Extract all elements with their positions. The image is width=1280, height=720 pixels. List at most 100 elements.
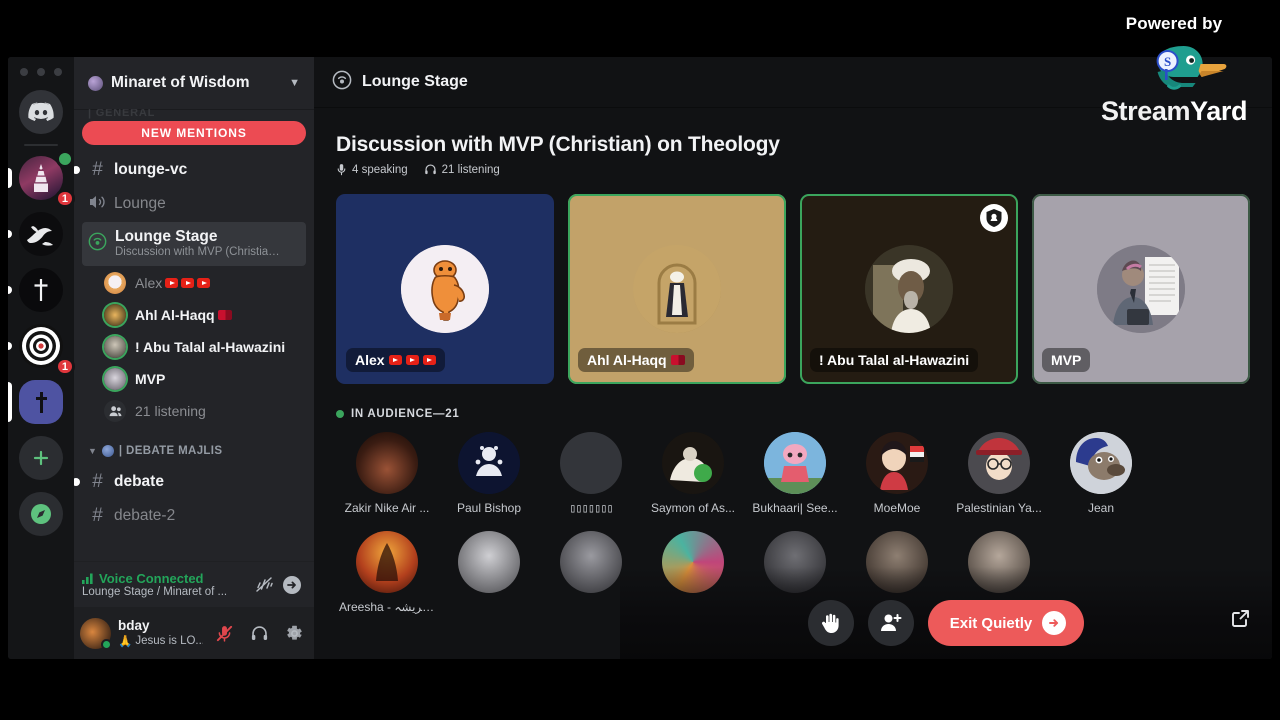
server-selected-cross[interactable]: [8, 374, 74, 430]
audience-member[interactable]: Paul Bishop: [438, 432, 540, 515]
server-minaret[interactable]: 1: [8, 150, 75, 208]
popout-button[interactable]: [1228, 605, 1254, 631]
exit-arrow-icon: [1042, 611, 1067, 635]
listening-count-label: 21 listening: [441, 163, 500, 176]
audience-name: Palestinian Ya...: [956, 501, 1042, 515]
sidebar-channel-lounge-stage[interactable]: Lounge Stage Discussion with MVP (Christ…: [82, 222, 306, 266]
avatar: [633, 245, 721, 333]
sidebar-listening-count[interactable]: 21 listening: [98, 395, 306, 427]
invite-button[interactable]: [867, 600, 914, 646]
audience-member[interactable]: [438, 531, 540, 614]
user-panel: bday 🙏 Jesus is LO...: [74, 607, 314, 659]
speaker-name: Alex: [135, 275, 163, 291]
sidebar-speaker-ahl-al-haqq[interactable]: Ahl Al-Haqq: [98, 299, 306, 331]
sidebar-channel-lounge-vc[interactable]: # lounge-vc: [74, 153, 306, 187]
server-cross[interactable]: [8, 262, 74, 318]
avatar: [356, 531, 418, 593]
sidebar-channel-debate[interactable]: # debate: [74, 465, 306, 499]
audience-name: MoeMoe: [873, 501, 921, 515]
stage-main: Lounge Stage Discussion with MVP (Christ…: [314, 57, 1272, 659]
audience-label: IN AUDIENCE—21: [351, 408, 460, 420]
audience-name: ▯▯▯▯▯▯▯: [569, 501, 614, 515]
letterbox-right: [1272, 0, 1280, 720]
stage-icon: [332, 70, 352, 95]
listening-label: 21 listening: [135, 403, 206, 419]
plus-icon: [19, 436, 63, 480]
headphones-icon[interactable]: [245, 619, 273, 647]
server-selected-pill: [8, 382, 12, 422]
new-mentions-button[interactable]: NEW MENTIONS: [82, 121, 306, 145]
category-debate-majlis[interactable]: ▼ | DEBATE MAJLIS: [82, 439, 306, 463]
server-rail: 1 1: [8, 57, 75, 659]
headphones-icon: [424, 164, 436, 175]
audience-member[interactable]: MoeMoe: [846, 432, 948, 515]
explore-servers-button[interactable]: [8, 486, 74, 542]
avatar: [865, 245, 953, 333]
category-label: | DEBATE MAJLIS: [118, 445, 223, 457]
avatar: [458, 531, 520, 593]
sidebar-channel-lounge[interactable]: Lounge: [82, 187, 306, 221]
audience-name: Saymon of As...: [650, 501, 736, 515]
audience-name: Bukhaari| See...: [752, 501, 838, 515]
guild-avatar: [88, 75, 103, 91]
speaker-tile-mvp[interactable]: MVP: [1032, 194, 1250, 384]
audience-member[interactable]: ▯▯▯▯▯▯▯: [540, 432, 642, 515]
chevron-down-icon[interactable]: ▼: [289, 77, 300, 89]
discord-logo-icon: [19, 90, 63, 134]
speaker-name: MVP: [135, 371, 166, 387]
youtube-emoji: [181, 278, 195, 288]
audience-member[interactable]: Zakir Nike Air ...: [336, 432, 438, 515]
channel-label: lounge-vc: [114, 161, 188, 178]
people-icon: [104, 400, 126, 422]
compass-icon: [19, 492, 63, 536]
stage-body: Discussion with MVP (Christian) on Theol…: [314, 107, 1272, 384]
settings-gear-icon[interactable]: [280, 619, 308, 647]
username: bday: [118, 617, 150, 633]
server-art[interactable]: [8, 206, 74, 262]
audience-status-dot: [336, 410, 344, 418]
stage-controls: Exit Quietly: [620, 595, 1272, 651]
window-dot: [20, 68, 28, 76]
disconnect-icon[interactable]: [278, 571, 306, 599]
svg-text:S: S: [1164, 54, 1171, 69]
cross-icon: [19, 380, 63, 424]
guild-header[interactable]: Minaret of Wisdom ▼: [74, 57, 314, 109]
exit-quietly-label: Exit Quietly: [949, 614, 1033, 632]
avatar[interactable]: [80, 617, 112, 650]
sidebar-channel-debate-2[interactable]: # debate-2: [82, 499, 306, 533]
server-icon-image: [19, 212, 63, 256]
add-server-button[interactable]: [8, 430, 74, 486]
speaker-label: ! Abu Talal al-Hawazini: [135, 339, 285, 355]
audience-member[interactable]: Areesha - ـریشہ...: [336, 531, 438, 614]
audience-member[interactable]: Jean: [1050, 432, 1152, 515]
audience-member[interactable]: Palestinian Ya...: [948, 432, 1050, 515]
audience-member[interactable]: Bukhaari| See...: [744, 432, 846, 515]
speaker-tile-ahl-al-haqq[interactable]: Ahl Al-Haqq: [568, 194, 786, 384]
channel-label: Lounge: [114, 195, 166, 212]
letterbox-bottom: [0, 659, 1280, 720]
raise-hand-button[interactable]: [807, 600, 854, 646]
speaker-tile-abu-talal[interactable]: ! Abu Talal al-Hawazini: [800, 194, 1018, 384]
speaker-tile-alex[interactable]: Alex: [336, 194, 554, 384]
window-controls[interactable]: [8, 63, 74, 84]
sidebar-speaker-mvp[interactable]: MVP: [98, 363, 306, 395]
tile-name-badge: MVP: [1042, 348, 1091, 372]
noise-suppression-icon[interactable]: [250, 571, 278, 599]
exit-quietly-button[interactable]: Exit Quietly: [927, 600, 1085, 646]
discussion-meta: 4 speaking 21 listening: [336, 163, 1250, 176]
mic-muted-icon[interactable]: [210, 619, 238, 647]
speaking-count: 4 speaking: [336, 163, 408, 176]
audience-member[interactable]: Saymon of As...: [642, 432, 744, 515]
server-unread-pill: [8, 230, 12, 238]
server-target[interactable]: 1: [8, 318, 75, 376]
sidebar-speaker-abu-talal[interactable]: ! Abu Talal al-Hawazini: [98, 331, 306, 363]
chevron-down-icon: ▼: [88, 446, 97, 456]
voice-location-label: Lounge Stage / Minaret of ...: [82, 586, 228, 598]
sidebar-speaker-alex[interactable]: Alex: [98, 267, 306, 299]
speaker-label: Ahl Al-Haqq: [135, 307, 232, 323]
home-discord-button[interactable]: [8, 84, 74, 140]
window-dot: [37, 68, 45, 76]
avatar: [1070, 432, 1132, 494]
youtube-emoji: [388, 355, 402, 365]
avatar: [968, 432, 1030, 494]
